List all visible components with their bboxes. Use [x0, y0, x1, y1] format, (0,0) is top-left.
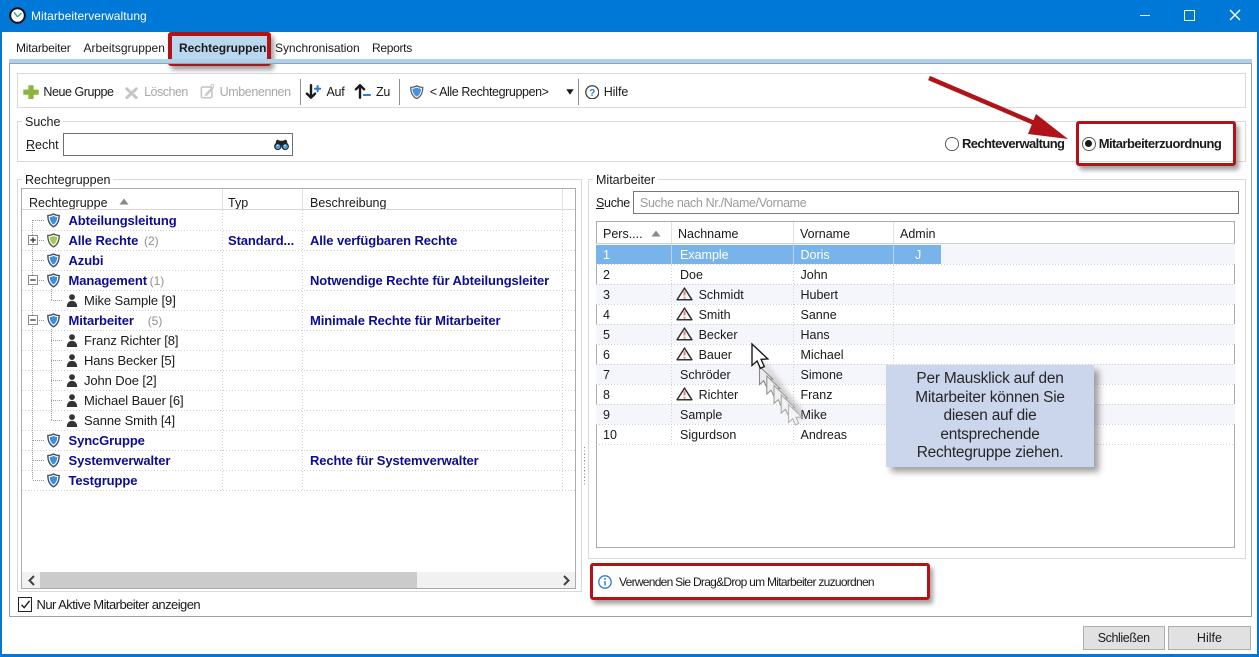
svg-text:?: ?	[589, 88, 595, 99]
